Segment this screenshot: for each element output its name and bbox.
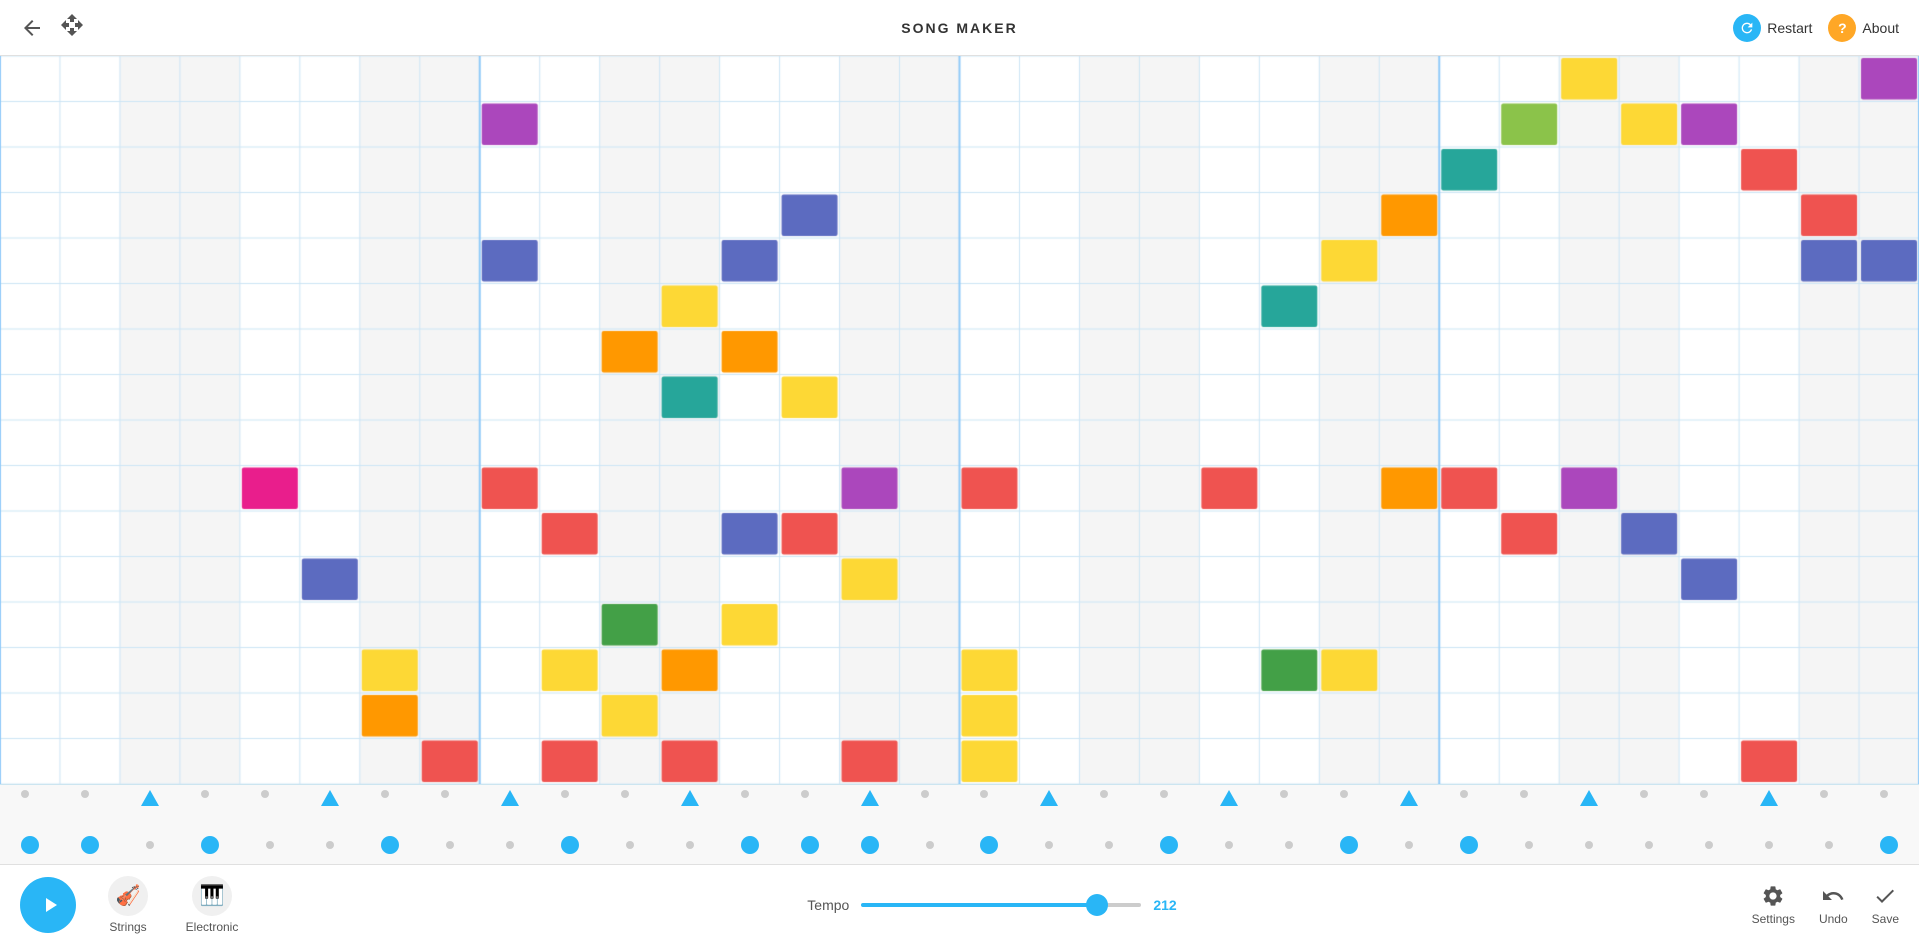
electronic-label: Electronic [186,920,239,934]
electronic-button[interactable]: 🎹 Electronic [180,876,244,934]
about-button[interactable]: ? About [1828,14,1899,42]
perc-triangle-cell[interactable] [1820,790,1828,798]
perc-triangle-cell[interactable] [621,790,629,798]
song-grid[interactable] [0,56,1919,784]
perc-triangle-cell[interactable] [741,790,749,798]
perc-circle-cell[interactable] [1285,841,1293,849]
perc-triangle-cell[interactable] [21,790,29,798]
perc-circle-cell[interactable] [381,836,399,854]
header: SONG MAKER Restart ? About [0,0,1919,56]
perc-triangle-cell[interactable] [1640,790,1648,798]
header-right: Restart ? About [1733,14,1899,42]
perc-circle-cell[interactable] [1160,836,1178,854]
restart-label: Restart [1767,20,1812,36]
perc-triangle-cell[interactable] [1040,790,1058,806]
perc-triangle-cell[interactable] [1880,790,1888,798]
grid-container[interactable] [0,56,1919,784]
perc-circle-cell[interactable] [446,841,454,849]
perc-circle-cell[interactable] [801,836,819,854]
perc-triangle-cell[interactable] [1520,790,1528,798]
perc-circle-cell[interactable] [506,841,514,849]
perc-circle-cell[interactable] [21,836,39,854]
perc-triangle-cell[interactable] [201,790,209,798]
perc-circle-cell[interactable] [81,836,99,854]
about-icon: ? [1828,14,1856,42]
perc-triangle-cell[interactable] [1340,790,1348,798]
restart-button[interactable]: Restart [1733,14,1812,42]
undo-label: Undo [1819,912,1848,926]
perc-triangle-cell[interactable] [261,790,269,798]
perc-triangle-cell[interactable] [1100,790,1108,798]
perc-triangle-cell[interactable] [321,790,339,806]
play-button[interactable] [20,877,76,933]
perc-triangle-cell[interactable] [861,790,879,806]
perc-circle-cell[interactable] [1525,841,1533,849]
header-left [20,13,84,42]
perc-circle-cell[interactable] [326,841,334,849]
app-title: SONG MAKER [901,20,1017,36]
footer-actions: Settings Undo Save [1752,884,1899,926]
perc-triangle-cell[interactable] [1580,790,1598,806]
back-button[interactable] [20,16,44,40]
save-label: Save [1872,912,1899,926]
perc-triangle-cell[interactable] [1280,790,1288,798]
move-button[interactable] [60,13,84,42]
perc-circle-cell[interactable] [1340,836,1358,854]
perc-triangle-cell[interactable] [801,790,809,798]
about-label: About [1862,20,1899,36]
perc-triangle-cell[interactable] [1160,790,1168,798]
perc-circle-cell[interactable] [686,841,694,849]
perc-circle-cell[interactable] [1460,836,1478,854]
perc-circle-cell[interactable] [1105,841,1113,849]
perc-triangle-cell[interactable] [1760,790,1778,806]
perc-triangle-cell[interactable] [1460,790,1468,798]
perc-triangle-cell[interactable] [980,790,988,798]
footer: 🎻 Strings 🎹 Electronic Tempo 212 Setting… [0,864,1919,944]
perc-triangle-cell[interactable] [1220,790,1238,806]
perc-circle-cell[interactable] [1045,841,1053,849]
perc-circle-cell[interactable] [1645,841,1653,849]
perc-circle-cell[interactable] [201,836,219,854]
perc-triangle-cell[interactable] [441,790,449,798]
perc-triangle-cell[interactable] [681,790,699,806]
perc-circle-cell[interactable] [561,836,579,854]
perc-circle-cell[interactable] [1405,841,1413,849]
perc-circle-cell[interactable] [266,841,274,849]
strings-icon: 🎻 [108,876,148,916]
perc-circle-cell[interactable] [926,841,934,849]
undo-button[interactable]: Undo [1819,884,1848,926]
perc-triangle-cell[interactable] [921,790,929,798]
restart-icon [1733,14,1761,42]
perc-triangle-cell[interactable] [1400,790,1418,806]
strings-label: Strings [109,920,146,934]
tempo-value: 212 [1153,897,1188,913]
perc-circle-cell[interactable] [1765,841,1773,849]
perc-triangle-cell[interactable] [381,790,389,798]
perc-triangle-cell[interactable] [1700,790,1708,798]
perc-triangle-cell[interactable] [141,790,159,806]
perc-circle-cell[interactable] [146,841,154,849]
perc-circle-cell[interactable] [741,836,759,854]
electronic-icon: 🎹 [192,876,232,916]
perc-circle-cell[interactable] [1585,841,1593,849]
perc-circle-cell[interactable] [980,836,998,854]
tempo-label: Tempo [807,897,849,913]
tempo-area: Tempo 212 [807,897,1188,913]
perc-circle-cell[interactable] [1225,841,1233,849]
strings-button[interactable]: 🎻 Strings [96,876,160,934]
perc-circle-cell[interactable] [626,841,634,849]
settings-button[interactable]: Settings [1752,884,1795,926]
perc-triangle-cell[interactable] [81,790,89,798]
perc-triangle-cell[interactable] [561,790,569,798]
main-area [0,56,1919,864]
settings-label: Settings [1752,912,1795,926]
percussion-area[interactable] [0,784,1919,864]
perc-circle-cell[interactable] [861,836,879,854]
tempo-slider[interactable] [861,903,1141,907]
perc-circle-cell[interactable] [1705,841,1713,849]
perc-circle-cell[interactable] [1825,841,1833,849]
perc-circle-cell[interactable] [1880,836,1898,854]
perc-triangle-cell[interactable] [501,790,519,806]
save-button[interactable]: Save [1872,884,1899,926]
